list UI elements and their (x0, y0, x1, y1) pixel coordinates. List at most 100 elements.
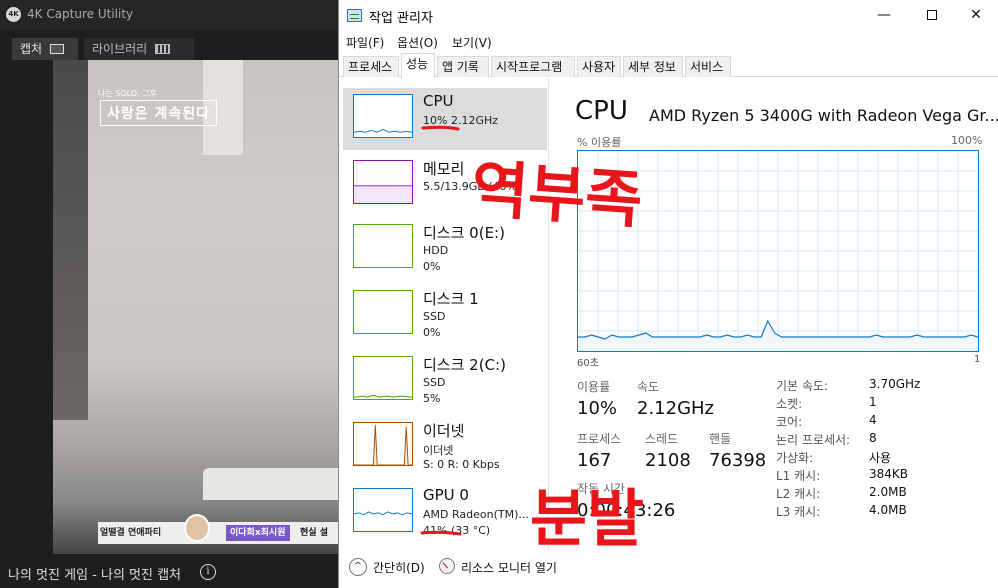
tab-startup[interactable]: 시작프로그램 (491, 56, 575, 77)
detail-key: L3 캐시: (776, 505, 821, 519)
usage-label: 이용률 (577, 380, 611, 394)
tm-title: 작업 관리자 (369, 11, 433, 26)
gpu-mini-graph (353, 488, 413, 532)
graph-y-label: % 이용률 (577, 136, 622, 149)
tm-title-bar: 작업 관리자 — ✕ (339, 0, 998, 31)
banner-face (184, 514, 210, 542)
cpu-usage-graph (577, 150, 979, 352)
thread-label: 스레드 (645, 432, 679, 446)
sidebar-item-ethernet[interactable]: 이더넷 이더넷 S: 0 R: 0 Kbps (343, 416, 547, 478)
capture-utility-window: 4K 4K Capture Utility 캡처 라이브러리 나는 SOLO, … (0, 0, 340, 588)
detail-title: CPU (575, 96, 628, 126)
detail-key: L2 캐시: (776, 487, 821, 501)
app-logo-icon: 4K (6, 7, 21, 22)
sidebar-item-disk1[interactable]: 디스크 1 SSD 0% (343, 284, 547, 346)
tab-app-history[interactable]: 앱 기록 (437, 56, 489, 77)
speed-value: 2.12GHz (637, 398, 715, 419)
screen-icon (50, 44, 65, 54)
sidebar-item-title: 디스크 1 (423, 290, 479, 308)
graph-x-right: 1 (974, 354, 981, 365)
sidebar-item-cpu[interactable]: CPU 10% 2.12GHz (343, 88, 547, 150)
detail-value: 3.70GHz (869, 377, 921, 391)
process-value: 167 (577, 450, 612, 471)
disk2-mini-graph (353, 356, 413, 400)
cpu-mini-graph (353, 94, 413, 138)
video-caption-small: 나는 SOLO, 그후 (98, 89, 157, 98)
sidebar-item-title: CPU (423, 92, 454, 110)
tab-details[interactable]: 세부 정보 (623, 56, 683, 77)
handle-label: 핸들 (709, 432, 732, 446)
tab-library[interactable]: 라이브러리 (84, 38, 194, 60)
sidebar-item-memory[interactable]: 메모리 5.5/13.9GB (40%) (343, 154, 547, 216)
graph-y-max: 100% (951, 134, 983, 147)
info-icon[interactable]: i (200, 564, 216, 580)
status-text: 나의 멋진 게임 - 나의 멋진 캡처 (8, 568, 182, 583)
capture-tabs: 캡처 라이브러리 (0, 32, 340, 60)
sidebar-item-line1: SSD (423, 376, 446, 389)
capture-status-bar: 나의 멋진 게임 - 나의 멋진 캡처 i (0, 558, 340, 588)
chevron-up-icon[interactable]: ^ (349, 558, 367, 576)
sidebar-item-title: 이더넷 (423, 422, 465, 440)
thread-value: 2108 (645, 450, 691, 471)
app-title: 4K Capture Utility (27, 7, 134, 21)
detail-value: 4.0MB (869, 503, 907, 517)
speed-label: 속도 (637, 380, 660, 394)
sidebar-item-line2: 5% (423, 392, 441, 405)
detail-key: 코어: (776, 415, 803, 429)
resource-monitor-icon (439, 558, 455, 574)
tab-services[interactable]: 서비스 (685, 56, 731, 77)
capture-title-bar: 4K 4K Capture Utility (0, 0, 340, 30)
video-preview[interactable]: 나는 SOLO, 그후 사랑은 계속된다 얼떨결 연애파티 이다희x최시원 현실… (53, 60, 340, 554)
tm-footer: ^ 간단히(D) 리소스 모니터 열기 (339, 550, 998, 588)
disk1-mini-graph (353, 290, 413, 334)
sidebar-item-disk2[interactable]: 디스크 2(C:) SSD 5% (343, 350, 547, 412)
uptime-label: 작동 시간 (577, 482, 625, 496)
sidebar-item-line2: 0% (423, 260, 441, 273)
detail-key: 소켓: (776, 397, 803, 411)
close-button[interactable]: ✕ (953, 0, 998, 31)
cpu-detail-panel: CPU AMD Ryzen 5 3400G with Radeon Vega G… (551, 78, 998, 550)
sidebar-item-line1: 10% 2.12GHz (423, 114, 499, 127)
tm-menu-bar: 파일(F) 옵션(O) 보기(V) (339, 31, 998, 53)
sidebar-item-gpu[interactable]: GPU 0 AMD Radeon(TM)... 41% (33 °C) (343, 482, 547, 544)
tm-tabs: 프로세스 성능 앱 기록 시작프로그램 사용자 세부 정보 서비스 (339, 53, 998, 78)
handle-value: 76398 (709, 450, 767, 471)
banner-right-text: 현실 설 (300, 528, 328, 538)
screen: { "capture": { "logo_text": "4K", "app_t… (0, 0, 998, 588)
sidebar-item-disk0[interactable]: 디스크 0(E:) HDD 0% (343, 218, 547, 280)
menu-options[interactable]: 옵션(O) (397, 34, 438, 51)
tab-library-label: 라이브러리 (92, 42, 148, 56)
detail-key: 논리 프로세서: (776, 433, 851, 447)
banner-left-text: 얼떨결 연애파티 (100, 528, 162, 538)
process-label: 프로세스 (577, 432, 622, 446)
cpu-model: AMD Ryzen 5 3400G with Radeon Vega Gr... (649, 106, 998, 125)
maximize-icon (927, 10, 937, 20)
sidebar-item-line1: HDD (423, 244, 449, 257)
video-caption-main: 사랑은 계속된다 (100, 100, 218, 126)
tab-capture[interactable]: 캡처 (12, 38, 78, 60)
sidebar-item-title: 디스크 2(C:) (423, 356, 506, 374)
sidebar-item-line1: 이더넷 (423, 444, 454, 457)
video-lower-banner: 얼떨결 연애파티 이다희x최시원 현실 설 (98, 514, 340, 544)
fewer-details-link[interactable]: 간단히(D) (373, 559, 425, 576)
sidebar-item-title: 메모리 (423, 160, 465, 178)
memory-mini-graph (353, 160, 413, 204)
detail-key: 기본 속도: (776, 379, 829, 393)
detail-value: 2.0MB (869, 485, 907, 499)
maximize-button[interactable] (909, 0, 955, 31)
sidebar-item-line2: S: 0 R: 0 Kbps (423, 458, 500, 471)
tab-processes[interactable]: 프로세스 (343, 56, 399, 77)
banner-tag: 이다희x최시원 (226, 525, 290, 541)
sidebar-item-line1: 5.5/13.9GB (40%) (423, 180, 522, 193)
sidebar-item-title: 디스크 0(E:) (423, 224, 505, 242)
tab-users[interactable]: 사용자 (577, 56, 621, 77)
tab-capture-label: 캡처 (20, 42, 43, 56)
task-manager-window: 작업 관리자 — ✕ 파일(F) 옵션(O) 보기(V) 프로세스 성능 앱 기… (338, 0, 998, 588)
menu-view[interactable]: 보기(V) (452, 34, 492, 51)
tab-performance[interactable]: 성능 (401, 53, 435, 78)
menu-file[interactable]: 파일(F) (346, 34, 384, 51)
graph-x-left: 60초 (577, 358, 599, 369)
resource-monitor-link[interactable]: 리소스 모니터 열기 (461, 559, 557, 576)
sidebar-item-title: GPU 0 (423, 486, 469, 504)
minimize-button[interactable]: — (861, 0, 907, 31)
